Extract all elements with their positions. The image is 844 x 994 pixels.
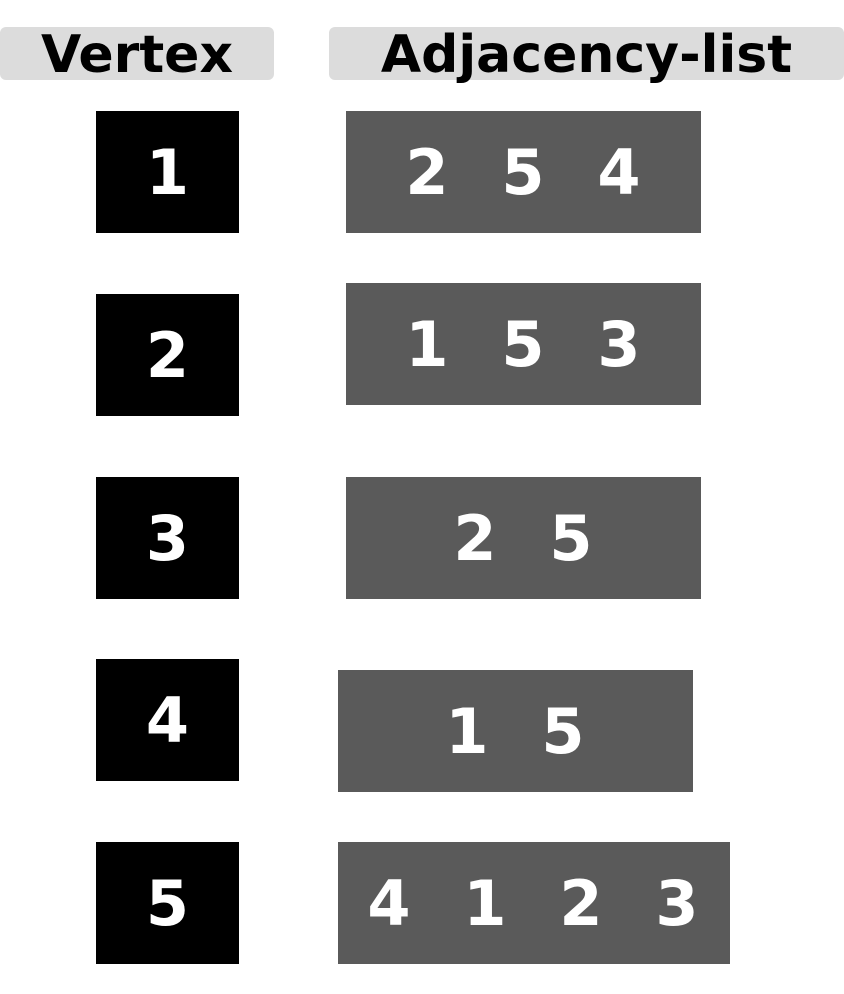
vertex-label: 2 <box>145 318 190 392</box>
adjacent-vertex: 1 <box>463 866 507 940</box>
adjacency-header-label: Adjacency-list <box>380 25 793 85</box>
vertex-label: 3 <box>145 501 190 575</box>
adjacent-vertex: 5 <box>501 307 545 381</box>
adjacent-vertex: 2 <box>453 501 497 575</box>
adjacency-list-1: 2 5 4 <box>346 111 701 233</box>
vertex-box-3: 3 <box>96 477 239 599</box>
vertex-box-2: 2 <box>96 294 239 416</box>
adjacency-list-4: 1 5 <box>338 670 693 792</box>
vertex-box-4: 4 <box>96 659 239 781</box>
vertex-header-label: Vertex <box>41 25 233 85</box>
adjacent-vertex: 3 <box>597 307 641 381</box>
vertex-label: 1 <box>145 135 190 209</box>
adjacent-vertex: 5 <box>541 694 585 768</box>
adjacency-list-3: 2 5 <box>346 477 701 599</box>
vertex-label: 4 <box>145 683 190 757</box>
vertex-label: 5 <box>145 866 190 940</box>
adjacent-vertex: 3 <box>655 866 699 940</box>
adjacent-vertex: 1 <box>445 694 489 768</box>
adjacent-vertex: 4 <box>597 135 641 209</box>
adjacent-vertex: 5 <box>501 135 545 209</box>
vertex-column-header: Vertex <box>0 27 274 82</box>
adjacent-vertex: 4 <box>367 866 411 940</box>
adjacent-vertex: 5 <box>549 501 593 575</box>
adjacency-list-5: 4 1 2 3 <box>338 842 730 964</box>
vertex-box-5: 5 <box>96 842 239 964</box>
adjacent-vertex: 2 <box>559 866 603 940</box>
adjacency-list-2: 1 5 3 <box>346 283 701 405</box>
vertex-box-1: 1 <box>96 111 239 233</box>
adjacency-column-header: Adjacency-list <box>329 27 844 82</box>
adjacent-vertex: 1 <box>405 307 449 381</box>
adjacent-vertex: 2 <box>405 135 449 209</box>
